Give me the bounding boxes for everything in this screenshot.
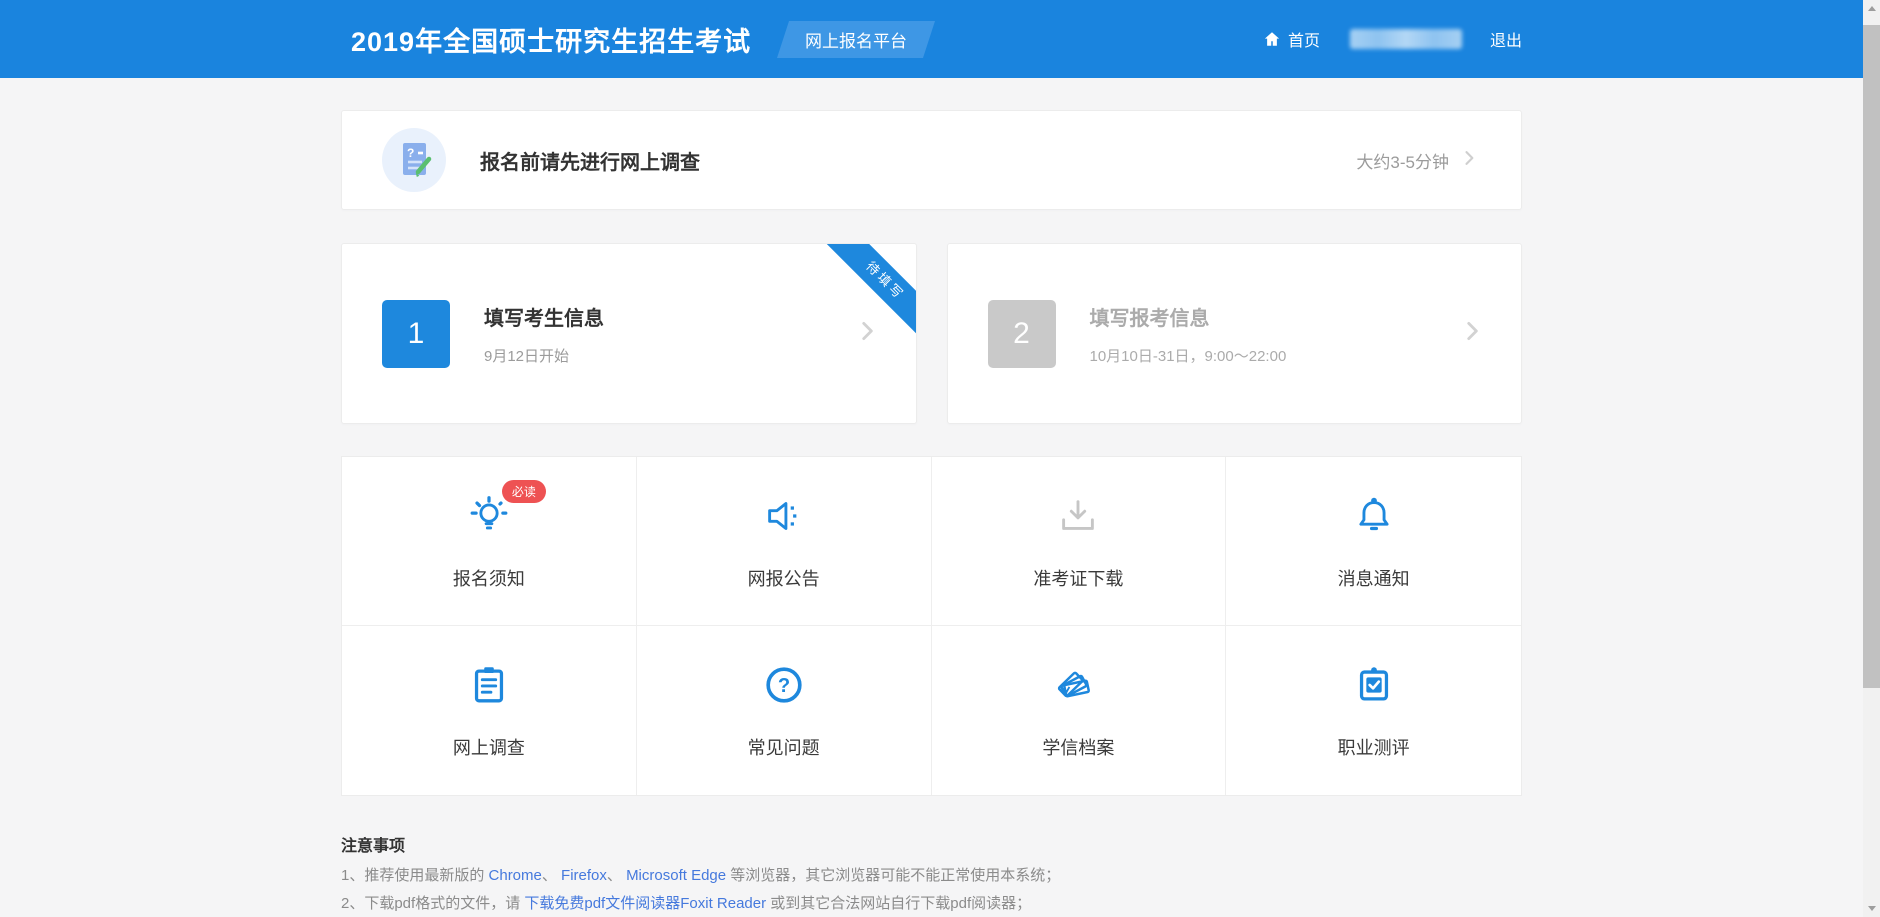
- survey-duration: 大约3-5分钟: [1356, 148, 1449, 173]
- feature-grid: 必读 报名须知 网报公告: [341, 456, 1522, 796]
- step-subtitle: 9月12日开始: [484, 345, 604, 366]
- lightbulb-icon: 必读: [466, 493, 512, 539]
- tile-announcements[interactable]: 网报公告: [637, 457, 932, 626]
- step-title: 填写报考信息: [1090, 302, 1287, 331]
- download-icon: [1055, 493, 1101, 539]
- note-line-1: 1、推荐使用最新版的 Chrome、 Firefox、 Microsoft Ed…: [341, 868, 1522, 884]
- page-title: 2019年全国硕士研究生招生考试: [351, 20, 751, 59]
- must-read-badge: 必读: [502, 480, 546, 503]
- vertical-scrollbar: [1863, 0, 1880, 917]
- step-card-candidate-info[interactable]: 1 填写考生信息 9月12日开始 待填写: [341, 243, 917, 424]
- survey-banner-title: 报名前请先进行网上调查: [480, 146, 700, 175]
- chevron-right-icon: [1459, 148, 1479, 173]
- tile-label: 学信档案: [1042, 734, 1114, 760]
- step-number: 1: [382, 300, 450, 368]
- scrollbar-up-arrow[interactable]: [1863, 0, 1880, 17]
- survey-banner[interactable]: ? 报名前请先进行网上调查 大约3-5分钟: [341, 110, 1522, 210]
- assessment-icon: [1351, 662, 1397, 708]
- ribbon-label: 待填写: [821, 244, 916, 340]
- note-line-2: 2、下载pdf格式的文件，请 下载免费pdf文件阅读器Foxit Reader …: [341, 896, 1522, 912]
- tile-online-survey[interactable]: 网上调查: [342, 626, 637, 795]
- tile-chsi-archive[interactable]: 学信档案: [932, 626, 1227, 795]
- chrome-link[interactable]: Chrome: [489, 867, 542, 884]
- edge-link[interactable]: Microsoft Edge: [626, 867, 726, 884]
- home-link[interactable]: 首页: [1263, 27, 1320, 51]
- scrollbar-down-arrow[interactable]: [1863, 900, 1880, 917]
- survey-icon: [466, 662, 512, 708]
- firefox-link[interactable]: Firefox: [561, 867, 607, 884]
- logout-button[interactable]: 退出: [1490, 27, 1522, 51]
- survey-doc-icon: ?: [382, 128, 446, 192]
- platform-badge: 网上报名平台: [777, 21, 935, 58]
- home-label: 首页: [1288, 27, 1320, 51]
- tile-admission-ticket-download[interactable]: 准考证下载: [932, 457, 1227, 626]
- home-icon: [1263, 30, 1281, 48]
- foxit-reader-link[interactable]: 下载免费pdf文件阅读器Foxit Reader: [524, 895, 766, 912]
- question-icon: ?: [761, 662, 807, 708]
- step-subtitle: 10月10日-31日，9:00～22:00: [1090, 345, 1287, 366]
- chevron-right-icon: [1459, 318, 1485, 349]
- tile-faq[interactable]: ? 常见问题: [637, 626, 932, 795]
- tile-label: 消息通知: [1338, 565, 1410, 591]
- header: 2019年全国硕士研究生招生考试 网上报名平台 首页 退出: [0, 0, 1863, 78]
- step-title: 填写考生信息: [484, 302, 604, 331]
- bell-icon: [1351, 493, 1397, 539]
- svg-text:?: ?: [777, 675, 789, 697]
- notes-heading: 注意事项: [341, 816, 1522, 856]
- announcement-icon: [761, 493, 807, 539]
- tile-notifications[interactable]: 消息通知: [1226, 457, 1521, 626]
- tile-label: 报名须知: [453, 565, 525, 591]
- tile-label: 常见问题: [748, 734, 820, 760]
- svg-text:?: ?: [407, 146, 414, 160]
- tile-label: 准考证下载: [1033, 565, 1123, 591]
- scrollbar-thumb[interactable]: [1863, 25, 1880, 688]
- step-card-application-info[interactable]: 2 填写报考信息 10月10日-31日，9:00～22:00: [947, 243, 1523, 424]
- archive-icon: [1055, 662, 1101, 708]
- step-number: 2: [988, 300, 1056, 368]
- username-redacted[interactable]: [1350, 29, 1462, 49]
- tile-career-assessment[interactable]: 职业测评: [1226, 626, 1521, 795]
- tile-registration-notice[interactable]: 必读 报名须知: [342, 457, 637, 626]
- tile-label: 网报公告: [748, 565, 820, 591]
- tile-label: 网上调查: [453, 734, 525, 760]
- notes-section: 注意事项 1、推荐使用最新版的 Chrome、 Firefox、 Microso…: [341, 816, 1522, 917]
- status-ribbon: 待填写: [820, 244, 916, 340]
- tile-label: 职业测评: [1338, 734, 1410, 760]
